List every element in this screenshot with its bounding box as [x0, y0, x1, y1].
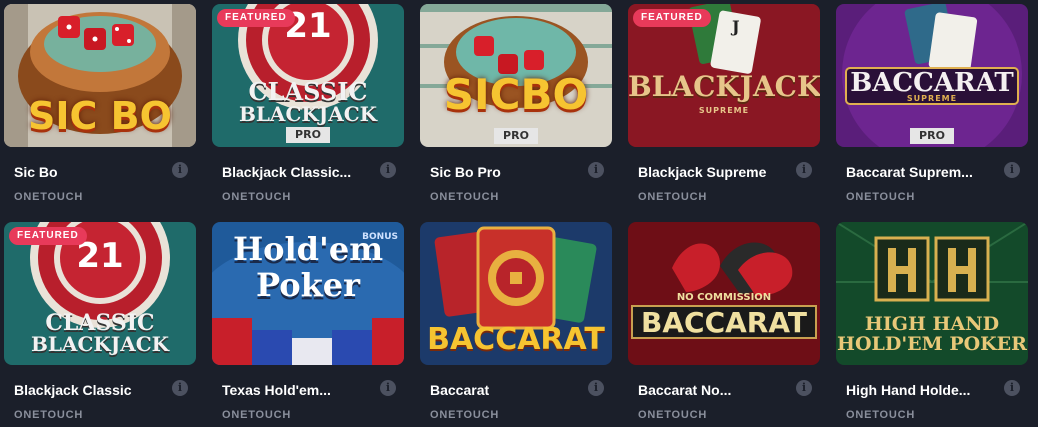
game-provider: ONETOUCH: [222, 191, 292, 203]
art-subtitle: SUPREME: [698, 106, 750, 115]
game-grid: SIC BO Sic Bo i ONETOUCH 21 CLASSIC BLAC…: [0, 0, 1038, 427]
game-provider: ONETOUCH: [430, 191, 500, 203]
art-title: HIGH HAND: [864, 313, 1000, 335]
game-card[interactable]: HIGH HAND HOLD'EM POKER High Hand Holde.…: [836, 222, 1028, 421]
art-title: BLACKJACK: [628, 70, 820, 103]
game-title[interactable]: Sic Bo: [14, 164, 164, 180]
game-title[interactable]: Blackjack Classic: [14, 382, 164, 398]
art-title: CLASSIC: [45, 310, 155, 336]
art-pro-tag: PRO: [286, 127, 330, 143]
game-thumbnail[interactable]: NO COMMISSION BACCARAT: [628, 222, 820, 365]
game-title[interactable]: Baccarat: [430, 382, 580, 398]
game-provider: ONETOUCH: [430, 409, 500, 421]
game-thumbnail[interactable]: HIGH HAND HOLD'EM POKER: [836, 222, 1028, 365]
game-thumbnail[interactable]: J BLACKJACK SUPREME FEATURED: [628, 4, 820, 147]
game-card[interactable]: BACCARAT SUPREME PRO Baccarat Suprem... …: [836, 4, 1028, 203]
game-thumbnail[interactable]: BACCARAT SUPREME PRO: [836, 4, 1028, 147]
info-icon[interactable]: i: [1004, 162, 1020, 178]
game-title[interactable]: Sic Bo Pro: [430, 164, 580, 180]
game-card[interactable]: SIC BO Sic Bo i ONETOUCH: [4, 4, 196, 203]
info-icon[interactable]: i: [796, 162, 812, 178]
info-icon[interactable]: i: [380, 162, 396, 178]
game-provider: ONETOUCH: [846, 409, 916, 421]
info-icon[interactable]: i: [380, 380, 396, 396]
art-title: BLACKJACK: [30, 332, 170, 356]
art-title: Hold'em: [232, 230, 384, 268]
game-card[interactable]: BONUS Hold'em Poker Texas Hold'em... i O…: [212, 222, 404, 421]
game-card[interactable]: J BLACKJACK SUPREME FEATURED Blackjack S…: [628, 4, 820, 203]
featured-badge: FEATURED: [9, 227, 87, 245]
game-thumbnail[interactable]: SICBO PRO: [420, 4, 612, 147]
game-thumbnail[interactable]: 21 CLASSIC BLACKJACK PRO FEATURED: [212, 4, 404, 147]
info-icon[interactable]: i: [172, 380, 188, 396]
game-thumbnail[interactable]: 21 CLASSIC BLACKJACK FEATURED: [4, 222, 196, 365]
game-provider: ONETOUCH: [14, 191, 84, 203]
game-provider: ONETOUCH: [638, 191, 708, 203]
art-pro-tag: PRO: [494, 128, 538, 144]
game-card[interactable]: BACCARAT Baccarat i ONETOUCH: [420, 222, 612, 421]
game-title[interactable]: Blackjack Classic...: [222, 164, 372, 180]
art-subtitle: SUPREME: [906, 94, 958, 103]
svg-text:J: J: [730, 17, 740, 36]
art-title: BACCARAT: [641, 306, 807, 339]
game-provider: ONETOUCH: [638, 409, 708, 421]
game-provider: ONETOUCH: [222, 409, 292, 421]
info-icon[interactable]: i: [588, 162, 604, 178]
art-title: HOLD'EM POKER: [837, 333, 1027, 355]
art-subtitle: NO COMMISSION: [676, 292, 772, 303]
game-title[interactable]: Texas Hold'em...: [222, 382, 372, 398]
game-thumbnail[interactable]: SIC BO: [4, 4, 196, 147]
info-icon[interactable]: i: [172, 162, 188, 178]
info-icon[interactable]: i: [588, 380, 604, 396]
art-title: CLASSIC: [248, 77, 368, 106]
art-title: SICBO: [443, 70, 589, 119]
art-title: BACCARAT: [427, 322, 605, 357]
game-provider: ONETOUCH: [846, 191, 916, 203]
game-card[interactable]: 21 CLASSIC BLACKJACK PRO FEATURED Blackj…: [212, 4, 404, 203]
featured-badge: FEATURED: [217, 9, 295, 27]
game-title[interactable]: Baccarat Suprem...: [846, 164, 996, 180]
game-card[interactable]: SICBO PRO Sic Bo Pro i ONETOUCH: [420, 4, 612, 203]
art-title: SIC BO: [28, 94, 172, 138]
game-title[interactable]: High Hand Holde...: [846, 382, 996, 398]
art-pro-tag: PRO: [910, 128, 954, 144]
game-title[interactable]: Baccarat No...: [638, 382, 788, 398]
art-title: Poker: [256, 266, 360, 304]
game-thumbnail[interactable]: BACCARAT: [420, 222, 612, 365]
game-card[interactable]: NO COMMISSION BACCARAT Baccarat No... i …: [628, 222, 820, 421]
art-title: BLACKJACK: [238, 102, 378, 126]
game-title[interactable]: Blackjack Supreme: [638, 164, 788, 180]
featured-badge: FEATURED: [633, 9, 711, 27]
game-card[interactable]: 21 CLASSIC BLACKJACK FEATURED Blackjack …: [4, 222, 196, 421]
game-provider: ONETOUCH: [14, 409, 84, 421]
info-icon[interactable]: i: [796, 380, 812, 396]
game-thumbnail[interactable]: BONUS Hold'em Poker: [212, 222, 404, 365]
info-icon[interactable]: i: [1004, 380, 1020, 396]
